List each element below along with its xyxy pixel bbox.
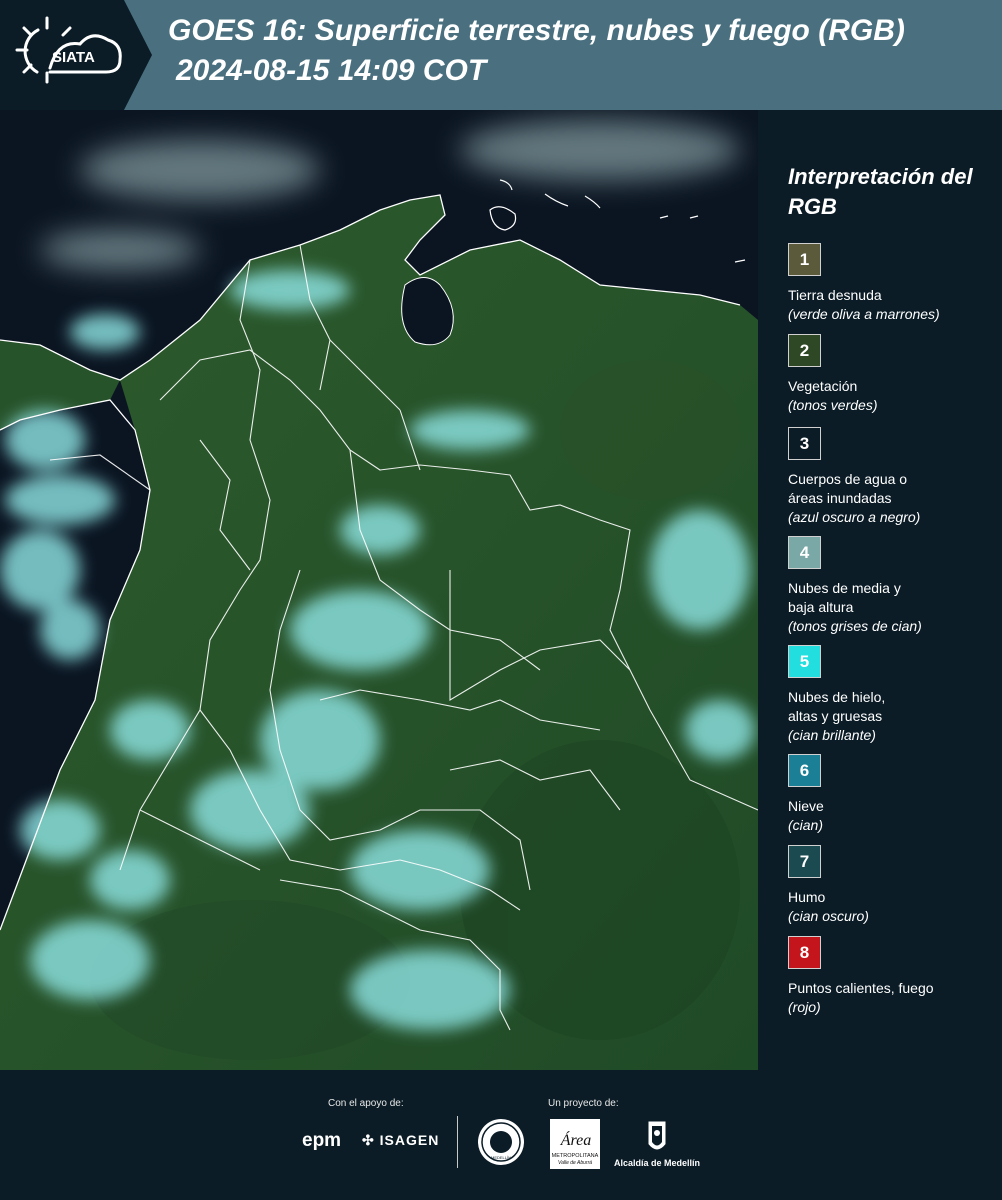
alcaldia-label: Alcaldía de Medellín [613,1158,701,1168]
legend-note: (cian oscuro) [788,908,869,924]
legend-item: 4 Nubes de media y baja altura (tonos gris… [788,536,998,636]
legend-swatch: 4 [788,536,821,569]
legend-label: Cuerpos de agua o áreas inundadas [788,471,908,506]
legend-note: (tonos grises de cian) [788,618,922,634]
isagen-label: ISAGEN [379,1132,440,1148]
legend-label: Puntos calientes, fuego [788,980,934,996]
area-logo-subtitle2: Valle de Aburrá [558,1160,592,1166]
alcaldia-logo[interactable]: Alcaldía de Medellín [612,1118,702,1170]
page-title: GOES 16: Superficie terrestre, nubes y f… [168,14,905,47]
satellite-map[interactable] [0,110,758,1070]
legend-swatch: 5 [788,645,821,678]
legend-note: (cian brillante) [788,727,876,743]
area-logo-title: Área [560,1130,592,1149]
legend-swatch: 6 [788,754,821,787]
legend-title: Interpretación del RGB [788,164,973,219]
legend-label: Humo [788,889,826,905]
page-timestamp: 2024-08-15 14:09 COT [176,54,487,87]
legend-item: 7 Humo (cian oscuro) [788,845,998,926]
legend-swatch: 2 [788,334,821,367]
area-metropolitana-logo[interactable]: Área METROPOLITANA Valle de Aburrá [550,1119,600,1169]
legend-item: 1 Tierra desnuda (verde oliva a marrones) [788,243,998,324]
legend-note: (rojo) [788,999,821,1015]
siata-logo[interactable]: SIATA [0,0,152,110]
footer-divider [457,1116,458,1168]
siata-logo-text: SIATA [52,49,95,66]
area-logo-subtitle: METROPOLITANA [552,1153,599,1159]
legend-item: 5 Nubes de hielo, altas y gruesas (cian br… [788,645,998,745]
project-label: Un proyecto de: [548,1098,619,1109]
legend-item: 6 Nieve (cian) [788,754,998,835]
medellin-seal-logo[interactable]: MEDELLÍN [478,1119,524,1165]
legend-item: 8 Puntos calientes, fuego (rojo) [788,936,998,1017]
legend-item: 2 Vegetación (tonos verdes) [788,334,998,415]
legend-label: Tierra desnuda [788,287,882,303]
legend-label: Nubes de hielo, altas y gruesas [788,689,886,724]
support-label: Con el apoyo de: [328,1098,404,1109]
legend-label: Nubes de media y baja altura [788,580,901,615]
isagen-icon: ✣ [362,1132,375,1148]
legend-swatch: 3 [788,427,821,460]
legend-note: (cian) [788,817,824,833]
legend-note: (tonos verdes) [788,397,878,413]
rgb-legend: Interpretación del RGB 1 Tierra desnuda (v… [758,110,1002,1070]
footer: Con el apoyo de: Un proyecto de: epm ✣ I… [0,1070,1002,1200]
legend-swatch: 7 [788,845,821,878]
legend-note: (verde oliva a marrones) [788,306,940,322]
legend-note: (azul oscuro a negro) [788,509,921,525]
isagen-logo[interactable]: ✣ ISAGEN [362,1132,439,1149]
header-bar: SIATA GOES 16: Superficie terrestre, nub… [0,0,1002,110]
legend-label: Vegetación [788,378,858,394]
legend-swatch: 8 [788,936,821,969]
medellin-seal-text: MEDELLÍN [491,1155,511,1160]
legend-item: 3 Cuerpos de agua o áreas inundadas (azul … [788,427,998,527]
legend-swatch: 1 [788,243,821,276]
epm-logo[interactable]: epm [302,1130,341,1152]
legend-label: Nieve [788,798,824,814]
